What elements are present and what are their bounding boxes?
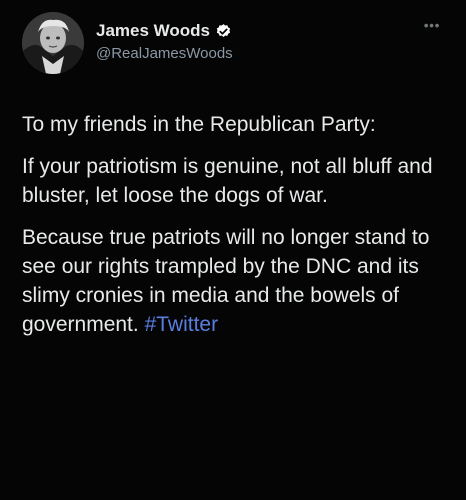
tweet-card: James Woods @RealJamesWoods ••• To my fr…: [0, 0, 466, 500]
tweet-paragraph: If your patriotism is genuine, not all b…: [22, 155, 433, 207]
display-name[interactable]: James Woods: [96, 21, 210, 41]
tweet-text: To my friends in the Republican Party: I…: [22, 110, 452, 352]
avatar-photo: [22, 12, 84, 74]
more-horizontal-icon[interactable]: •••: [424, 18, 440, 32]
user-handle[interactable]: @RealJamesWoods: [96, 45, 233, 62]
verified-badge-icon: [215, 23, 232, 40]
hashtag-link[interactable]: #Twitter: [145, 313, 219, 336]
tweet-header: James Woods @RealJamesWoods •••: [22, 10, 452, 80]
tweet-paragraph-final: Because true patriots will no longer sta…: [22, 223, 452, 339]
avatar[interactable]: [22, 12, 84, 74]
tweet-paragraph-text: Because true patriots will no longer sta…: [22, 226, 430, 336]
display-name-row: James Woods: [96, 20, 233, 42]
tweet-paragraph: To my friends in the Republican Party:: [22, 113, 376, 136]
author-info: James Woods @RealJamesWoods: [96, 20, 233, 62]
